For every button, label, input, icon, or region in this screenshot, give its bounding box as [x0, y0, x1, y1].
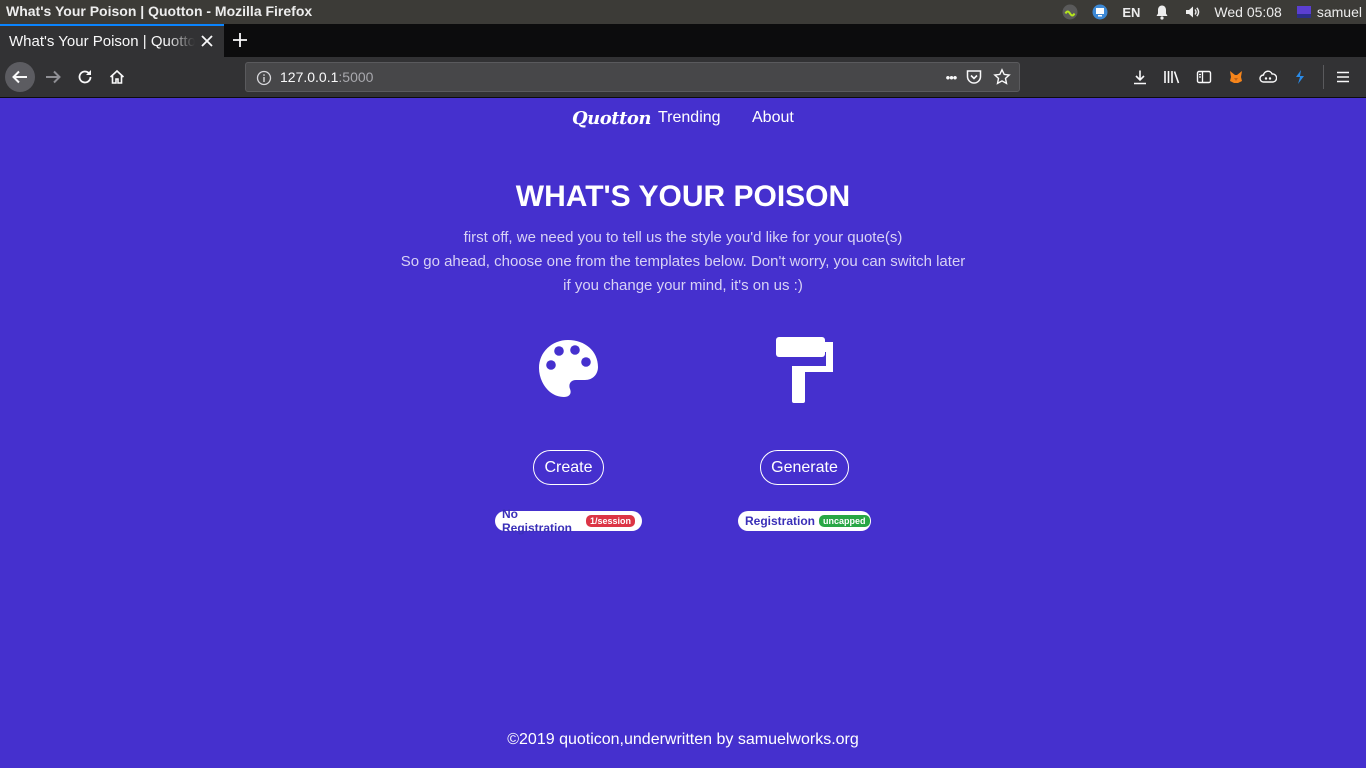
subtitle-line-1: first off, we need you to tell us the st… — [463, 229, 903, 246]
toolbar-separator — [1323, 65, 1324, 89]
fox-glyph-icon — [1230, 71, 1242, 83]
library-glyph-icon — [1164, 71, 1180, 84]
system-tray: EN Wed 05:08 samuel — [1048, 0, 1362, 24]
forward-arrow-icon — [46, 70, 61, 84]
home-button[interactable] — [103, 63, 131, 91]
page-actions-label: ••• — [945, 69, 958, 85]
tab-strip: What's Your Poison | Quotton — [0, 24, 1366, 57]
create-registration-badge: No Registration 1/session — [495, 507, 642, 535]
url-host: 127.0.0.1 — [280, 69, 339, 85]
cloud-glyph-icon — [1259, 70, 1277, 83]
pocket-icon[interactable] — [965, 68, 983, 86]
generate-button[interactable]: Generate — [760, 450, 849, 485]
tab-title: What's Your Poison | Quotton — [9, 33, 195, 50]
new-tab-icon[interactable] — [230, 30, 250, 50]
clock[interactable]: Wed 05:08 — [1214, 4, 1281, 20]
bookmark-star-icon[interactable] — [993, 68, 1011, 86]
toolbar-right — [1131, 63, 1366, 91]
bolt-glyph-icon — [1296, 70, 1304, 84]
keyboard-language[interactable]: EN — [1122, 5, 1140, 20]
footer-text: ©2019 quoticon,underwritten by samuelwor… — [507, 731, 859, 748]
reload-icon — [78, 70, 92, 84]
cloud-extension-icon[interactable] — [1259, 68, 1277, 86]
back-button[interactable] — [5, 62, 35, 92]
paint-roller-icon — [775, 336, 835, 409]
page-title: WHAT'S YOUR POISON — [515, 180, 851, 213]
home-icon — [109, 69, 125, 84]
close-tab-icon[interactable] — [200, 34, 214, 48]
window-title: What's Your Poison | Quotton - Mozilla F… — [6, 3, 313, 19]
user-menu[interactable]: samuel — [1296, 4, 1362, 20]
navigation-toolbar: 127.0.0.1:5000 ••• — [0, 57, 1366, 98]
forward-button[interactable] — [39, 63, 67, 91]
downloads-icon[interactable] — [1131, 68, 1149, 86]
page-actions-icon[interactable]: ••• — [937, 68, 958, 86]
monitor-icon[interactable] — [1092, 4, 1108, 20]
generate-badge-label: Registration — [745, 514, 816, 528]
page-content: Quotton Trending About WHAT'S YOUR POISO… — [0, 98, 1366, 768]
volume-icon[interactable] — [1184, 4, 1200, 20]
download-glyph-icon — [1134, 70, 1146, 85]
nav-link-about[interactable]: About — [752, 109, 794, 127]
nav-link-trending[interactable]: Trending — [658, 109, 721, 127]
create-badge-label: No Registration — [502, 507, 573, 535]
menu-glyph-icon — [1337, 71, 1349, 83]
star-glyph-icon — [993, 68, 1011, 85]
url-bar[interactable]: 127.0.0.1:5000 ••• — [245, 62, 1020, 92]
system-top-bar: What's Your Poison | Quotton - Mozilla F… — [0, 0, 1366, 24]
generate-registration-badge: Registration uncapped — [738, 511, 871, 531]
site-navbar: Quotton Trending About — [0, 98, 1366, 140]
pocket-glyph-icon — [966, 70, 982, 84]
subtitle-line-3: if you change your mind, it's on us :) — [563, 277, 803, 294]
subtitle-line-2: So go ahead, choose one from the templat… — [400, 253, 966, 270]
palette-icon — [537, 338, 599, 405]
reload-button[interactable] — [71, 63, 99, 91]
user-name: samuel — [1316, 4, 1362, 20]
hamburger-menu-icon[interactable] — [1334, 68, 1352, 86]
sidebar-icon[interactable] — [1195, 68, 1213, 86]
bell-icon[interactable] — [1154, 4, 1170, 20]
create-button[interactable]: Create — [533, 450, 604, 485]
site-info-icon[interactable] — [256, 70, 272, 86]
url-text[interactable]: 127.0.0.1:5000 — [280, 69, 373, 85]
create-limit-tag: 1/session — [585, 515, 635, 527]
metamask-fox-icon[interactable] — [1227, 68, 1245, 86]
back-arrow-icon — [12, 70, 27, 84]
sync-icon[interactable] — [1062, 4, 1078, 20]
sidebar-glyph-icon — [1196, 70, 1212, 84]
blue-extension-icon[interactable] — [1291, 68, 1309, 86]
url-port: :5000 — [338, 69, 374, 85]
library-icon[interactable] — [1163, 68, 1181, 86]
generate-limit-tag: uncapped — [819, 515, 870, 527]
browser-tab-active[interactable]: What's Your Poison | Quotton — [0, 24, 224, 57]
site-logo[interactable]: Quotton — [572, 108, 652, 129]
user-avatar-icon — [1296, 6, 1311, 18]
